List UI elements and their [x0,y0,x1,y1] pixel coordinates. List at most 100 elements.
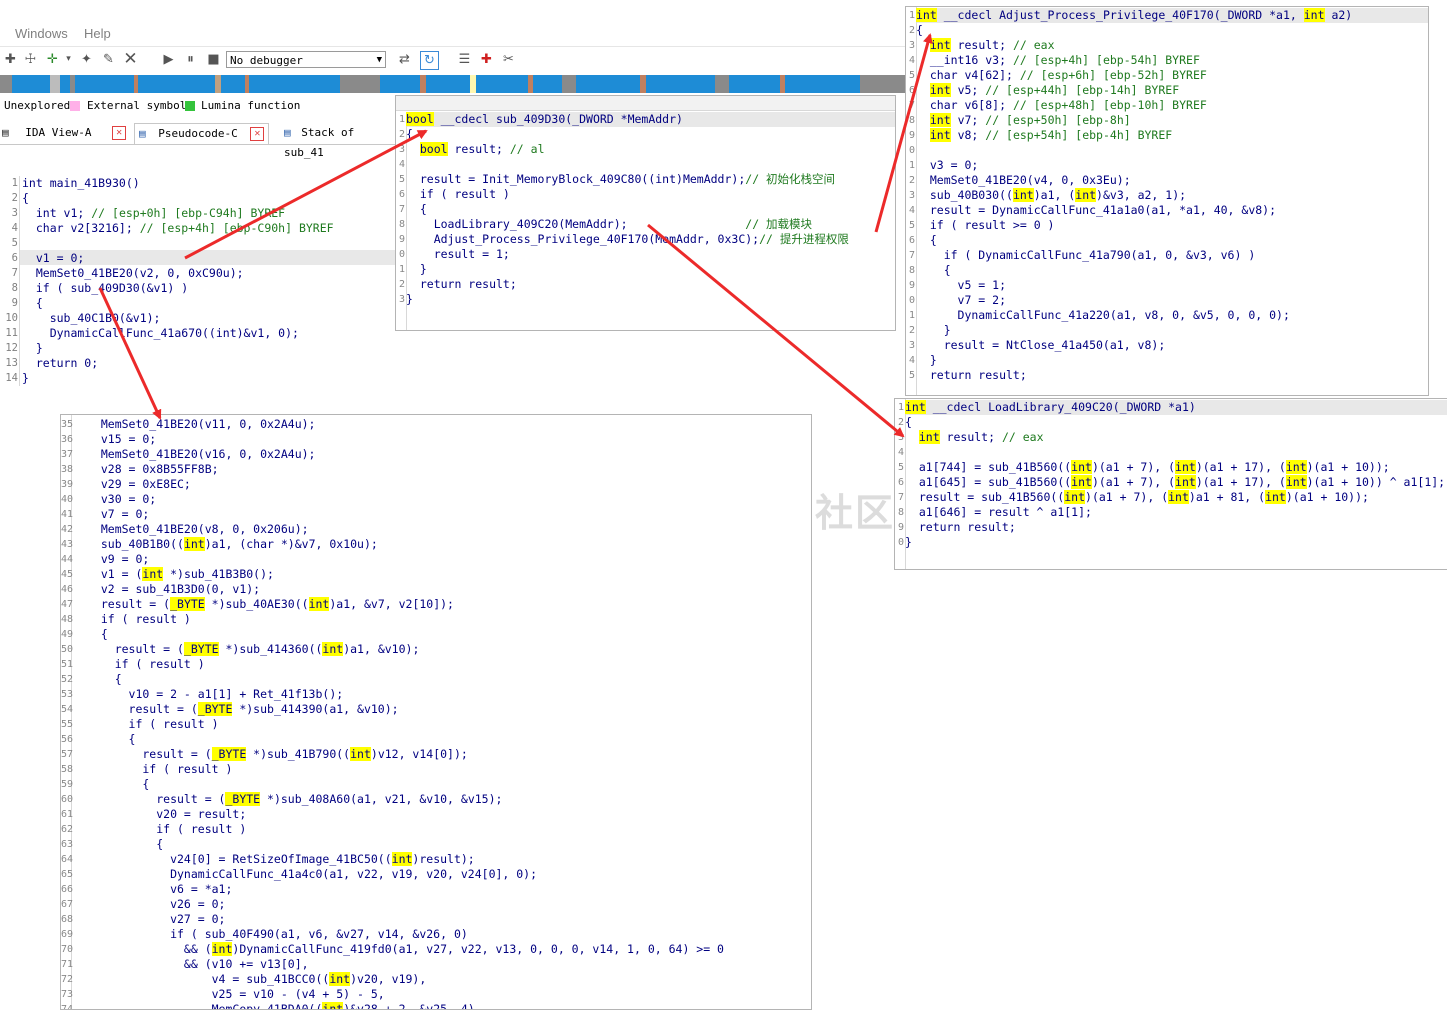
code-line[interactable]: 2{ [2,191,398,206]
code-line[interactable]: { [396,127,849,142]
code-line[interactable]: bool result; // al [396,142,849,157]
code-line[interactable]: if ( result ) [67,717,724,732]
code-line[interactable]: int result; // eax [906,38,1352,53]
code-line[interactable]: result = NtClose_41a450(a1, v8); [906,338,1352,353]
main-pseudocode[interactable]: 1 int main_41B930() 2{3 int v1; // [esp+0h… [2,146,398,401]
code-line[interactable]: return result; [895,520,1445,535]
code-line[interactable]: int v8; // [esp+54h] [ebp-4h] BYREF [906,128,1352,143]
code-line[interactable]: v26 = 0; [67,897,724,912]
code-line[interactable]: int __cdecl LoadLibrary_409C20(_DWORD *a… [895,400,1445,415]
menu-help[interactable]: Help [84,26,111,41]
code-line[interactable]: if ( result >= 0 ) [906,218,1352,233]
code-line[interactable]: MemCopy_41BDA0((int)&v28 + 2, &v25, 4) [67,1002,724,1009]
loadlibrary-code[interactable]: int __cdecl LoadLibrary_409C20(_DWORD *a… [895,400,1445,550]
code-line[interactable]: } [396,262,849,277]
adjust-privilege-code[interactable]: int __cdecl Adjust_Process_Privilege_40F… [906,8,1352,383]
code-line[interactable] [906,143,1352,158]
add-struct-icon[interactable]: ☩ [22,51,39,68]
code-line[interactable]: { [67,627,724,642]
code-line[interactable]: 12 } [2,341,398,356]
code-line[interactable]: __int16 v3; // [esp+4h] [ebp-54h] BYREF [906,53,1352,68]
patch-icon[interactable]: ✦ [78,51,95,68]
menu-windows[interactable]: Windows [15,26,68,41]
code-line[interactable]: { [906,263,1352,278]
code-line[interactable]: return result; [396,277,849,292]
sub-409d30-code[interactable]: bool __cdecl sub_409D30(_DWORD *MemAddr)… [396,112,849,307]
play-icon[interactable]: ▶ [160,51,177,68]
code-line[interactable]: DynamicCallFunc_41a220(a1, v8, 0, &v5, 0… [906,308,1352,323]
code-line[interactable]: 3 int v1; // [esp+0h] [ebp-C94h] BYREF [2,206,398,221]
code-line[interactable] [895,445,1445,460]
breakpoint-icon[interactable]: ✚ [478,51,495,68]
code-line[interactable]: int __cdecl Adjust_Process_Privilege_40F… [906,8,1352,23]
code-line[interactable]: { [67,837,724,852]
code-line[interactable]: char v4[62]; // [esp+6h] [ebp-52h] BYREF [906,68,1352,83]
dropdown-icon[interactable]: ▾ [60,51,77,68]
sub-40c1b0-window[interactable]: 35 36 37 38 39 40 41 42 43 44 45 46 47 48 49 50 51 52 53 54… [60,414,812,1010]
code-line[interactable]: Adjust_Process_Privilege_40F170(MemAddr,… [396,232,849,247]
code-line[interactable]: 10 sub_40C1B0(&v1); [2,311,398,326]
sub-40c1b0-code[interactable]: MemSet0_41BE20(v11, 0, 0x2A4u); v15 = 0;… [67,417,724,1009]
code-line[interactable]: v27 = 0; [67,912,724,927]
code-line[interactable]: result = Init_MemoryBlock_409C80((int)Me… [396,172,849,187]
code-line[interactable]: { [906,233,1352,248]
code-line[interactable]: v15 = 0; [67,432,724,447]
code-line[interactable]: v20 = result; [67,807,724,822]
code-line[interactable]: && (int)DynamicCallFunc_419fd0(a1, v27, … [67,942,724,957]
code-line[interactable]: 9 { [2,296,398,311]
close-icon[interactable]: ✕ [250,127,265,141]
code-line[interactable]: v30 = 0; [67,492,724,507]
code-line[interactable]: 4 char v2[3216]; // [esp+4h] [ebp-C90h] … [2,221,398,236]
code-line[interactable]: 13 return 0; [2,356,398,371]
code-line[interactable]: && (v10 += v13[0], [67,957,724,972]
code-line[interactable]: sub_40B030((int)a1, (int)&v3, a2, 1); [906,188,1352,203]
code-line[interactable]: int v5; // [esp+44h] [ebp-14h] BYREF [906,83,1352,98]
add-bookmark-icon[interactable]: ✛ [44,51,61,68]
code-line[interactable]: } [906,323,1352,338]
code-line[interactable]: result = 1; [396,247,849,262]
code-line[interactable]: { [67,777,724,792]
code-line[interactable]: v7 = 2; [906,293,1352,308]
code-line[interactable]: } [895,535,1445,550]
code-line[interactable]: result = sub_41B560((int)(a1 + 7), (int)… [895,490,1445,505]
code-line[interactable]: result = (_BYTE *)sub_41B790((int)v12, v… [67,747,724,762]
loadlibrary-window[interactable]: 1234567890 int __cdecl LoadLibrary_409C2… [894,398,1447,570]
code-line[interactable]: v25 = v10 - (v4 + 5) - 5, [67,987,724,1002]
code-line[interactable]: bool __cdecl sub_409D30(_DWORD *MemAddr) [396,112,849,127]
tab-pseudocode[interactable]: ▤ Pseudocode-C ✕ [134,123,270,144]
code-line[interactable]: v7 = 0; [67,507,724,522]
code-line[interactable]: { [396,202,849,217]
code-line[interactable]: DynamicCallFunc_41a4c0(a1, v22, v19, v20… [67,867,724,882]
adjust-privilege-window[interactable]: 1234567890123456789012345 int __cdecl Ad… [905,6,1429,396]
code-line[interactable]: a1[646] = result ^ a1[1]; [895,505,1445,520]
code-line[interactable]: 7 MemSet0_41BE20(v2, 0, 0xC90u); [2,266,398,281]
code-line[interactable]: { [67,672,724,687]
code-line[interactable]: v3 = 0; [906,158,1352,173]
code-line[interactable]: MemSet0_41BE20(v4, 0, 0x3Eu); [906,173,1352,188]
code-line[interactable]: 14} [2,371,398,386]
list-icon[interactable]: ☰ [456,51,473,68]
code-line[interactable]: v9 = 0; [67,552,724,567]
code-line[interactable]: 8 if ( sub_409D30(&v1) ) [2,281,398,296]
code-line[interactable]: v29 = 0xE8EC; [67,477,724,492]
code-line[interactable]: result = (_BYTE *)sub_414360((int)a1, &v… [67,642,724,657]
code-line[interactable]: a1[645] = sub_41B560((int)(a1 + 7), (int… [895,475,1445,490]
close-icon[interactable]: ✕ [112,126,127,140]
code-line[interactable]: 11 DynamicCallFunc_41a670((int)&v1, 0); [2,326,398,341]
code-line[interactable]: MemSet0_41BE20(v11, 0, 0x2A4u); [67,417,724,432]
stop-icon[interactable]: ■ [205,51,222,68]
code-line[interactable]: int v7; // [esp+50h] [ebp-8h] [906,113,1352,128]
sub-409d30-window[interactable]: 1234567890123 bool __cdecl sub_409D30(_D… [395,95,896,331]
code-line[interactable]: if ( result ) [67,657,724,672]
code-line[interactable]: v2 = sub_41B3D0(0, v1); [67,582,724,597]
code-line[interactable]: int result; // eax [895,430,1445,445]
code-line[interactable]: v5 = 1; [906,278,1352,293]
tools-icon[interactable]: ✂ [500,51,517,68]
code-line[interactable]: sub_40B1B0((int)a1, (char *)&v7, 0x10u); [67,537,724,552]
code-line[interactable]: 6 v1 = 0; [2,251,398,266]
code-line[interactable]: v1 = (int *)sub_41B3B0(); [67,567,724,582]
code-line[interactable]: char v6[8]; // [esp+48h] [ebp-10h] BYREF [906,98,1352,113]
code-line[interactable]: } [906,353,1352,368]
pause-icon[interactable]: ⏸ [182,51,199,68]
code-line[interactable]: if ( result ) [67,762,724,777]
